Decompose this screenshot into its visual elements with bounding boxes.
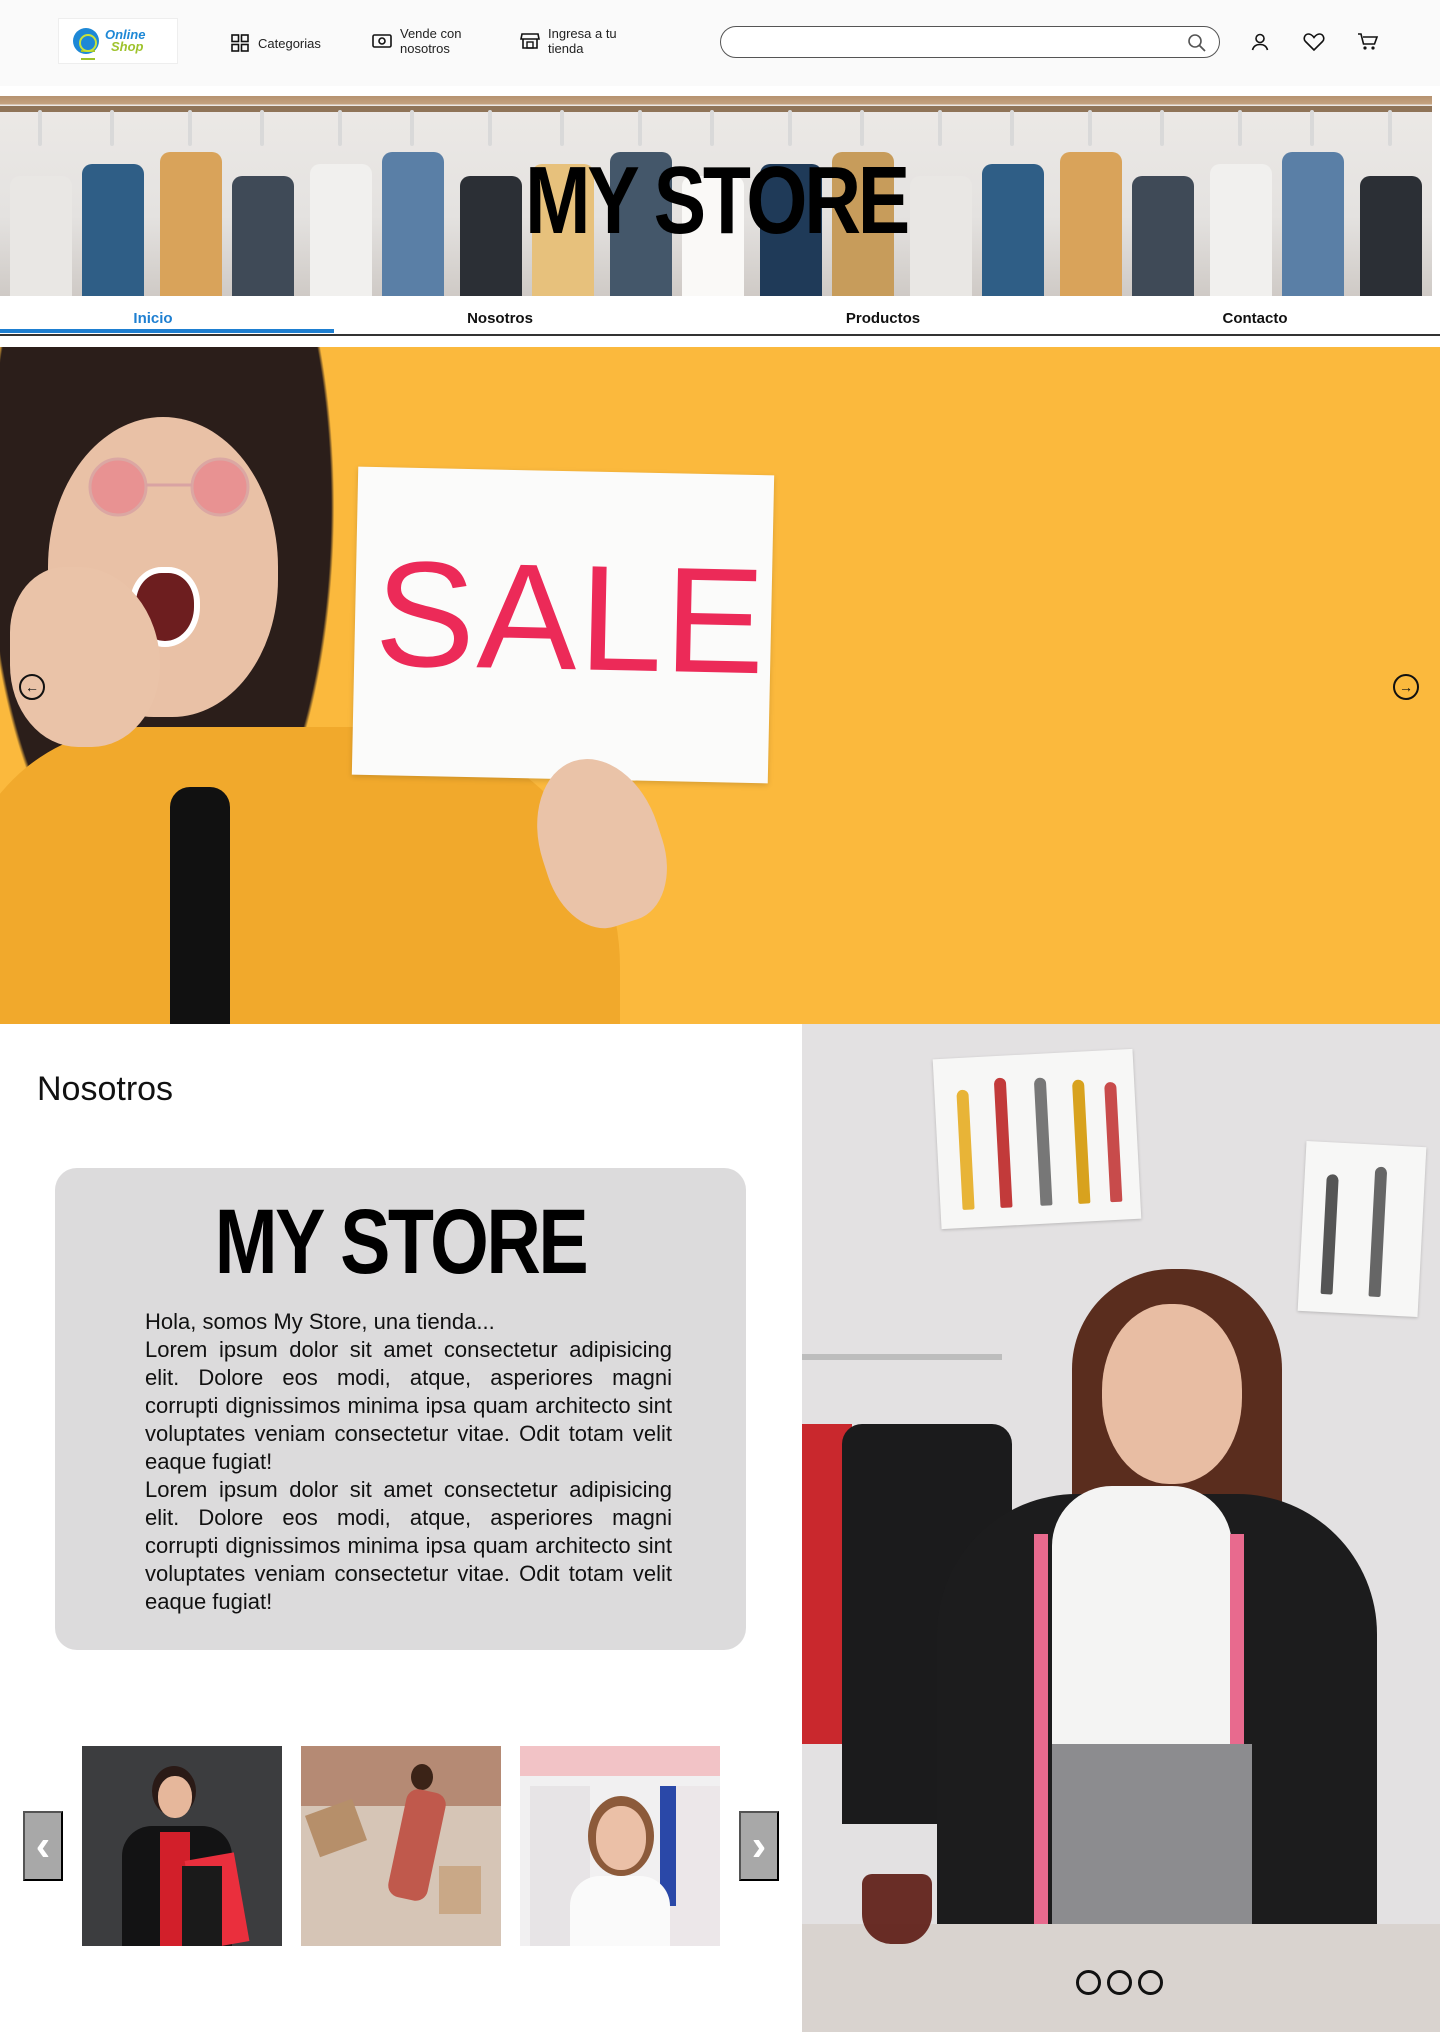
tab-inicio[interactable]: Inicio xyxy=(0,310,306,327)
about-card-body: Hola, somos My Store, una tienda... Lore… xyxy=(145,1308,672,1616)
tab-contacto[interactable]: Contacto xyxy=(1155,310,1355,327)
heart-icon[interactable] xyxy=(1302,30,1326,54)
hanger xyxy=(1010,110,1014,146)
active-tab-indicator xyxy=(0,329,334,333)
tailor-photo xyxy=(802,1024,1440,2032)
money-icon xyxy=(372,32,392,50)
hanger xyxy=(638,110,642,146)
tailor-shirt xyxy=(1052,1486,1232,1766)
slider-dot[interactable] xyxy=(1107,1970,1132,1995)
fashion-sketch xyxy=(932,1048,1142,1230)
hanger xyxy=(488,110,492,146)
logo-text-line2: Shop xyxy=(111,39,144,54)
sale-sign-text: SALE xyxy=(373,529,769,706)
hanger xyxy=(860,110,864,146)
globe-cart-icon xyxy=(73,28,99,60)
store-banner: MY STORE xyxy=(0,96,1432,296)
store-icon xyxy=(520,32,540,50)
hanger xyxy=(788,110,792,146)
nav-vende-label: Vende con nosotros xyxy=(400,26,462,56)
nav-categorias[interactable]: Categorias xyxy=(230,34,321,52)
thumbnail-1[interactable] xyxy=(82,1746,282,1946)
search-bar xyxy=(720,26,1220,58)
about-card-title: MY STORE xyxy=(214,1191,589,1293)
hanger xyxy=(1160,110,1164,146)
search-input[interactable] xyxy=(737,33,1177,53)
arrow-right-circle-icon[interactable]: → xyxy=(1393,674,1419,700)
cart-icon[interactable] xyxy=(1356,30,1380,54)
sunglasses-icon xyxy=(88,457,250,517)
slider-dots xyxy=(1076,1970,1163,1995)
nav-categorias-label: Categorias xyxy=(258,35,321,51)
hanger xyxy=(188,110,192,146)
hanger xyxy=(1388,110,1392,146)
hanger xyxy=(1088,110,1092,146)
hanger xyxy=(1310,110,1314,146)
hanger xyxy=(260,110,264,146)
nav-tienda-label: Ingresa a tu tienda xyxy=(548,26,617,56)
tab-nosotros[interactable]: Nosotros xyxy=(400,310,600,327)
about-paragraph-1: Lorem ipsum dolor sit amet consectetur a… xyxy=(145,1337,672,1474)
logo[interactable]: Online Shop xyxy=(58,18,178,64)
hanger xyxy=(38,110,42,146)
hero-slider: SALE xyxy=(0,347,1440,1024)
nav-tienda[interactable]: Ingresa a tu tienda xyxy=(520,26,617,56)
hanger xyxy=(110,110,114,146)
nav-vende[interactable]: Vende con nosotros xyxy=(372,26,461,56)
section-title-nosotros: Nosotros xyxy=(37,1070,174,1108)
clothes-rail xyxy=(0,106,1432,112)
hanger xyxy=(338,110,342,146)
hanger xyxy=(560,110,564,146)
about-intro: Hola, somos My Store, una tienda... xyxy=(145,1309,495,1334)
tab-productos[interactable]: Productos xyxy=(783,310,983,327)
search-icon[interactable] xyxy=(1187,33,1207,58)
hanger xyxy=(410,110,414,146)
chevron-right-icon[interactable]: › xyxy=(739,1811,779,1881)
grid-icon xyxy=(230,34,250,52)
fashion-sketch xyxy=(1297,1140,1427,1318)
clothes-rack xyxy=(802,1354,1002,1360)
hanger xyxy=(710,110,714,146)
thumbnail-3[interactable] xyxy=(520,1746,720,1946)
about-card: MY STORE Hola, somos My Store, una tiend… xyxy=(55,1168,746,1650)
banner-title: MY STORE xyxy=(524,147,910,254)
hanger xyxy=(1238,110,1242,146)
hanger xyxy=(938,110,942,146)
slider-dot[interactable] xyxy=(1076,1970,1101,1995)
slider-dot[interactable] xyxy=(1138,1970,1163,1995)
chevron-left-icon[interactable]: ‹ xyxy=(23,1811,63,1881)
user-icon[interactable] xyxy=(1248,30,1272,54)
thumbnail-2[interactable] xyxy=(301,1746,501,1946)
tailor-face xyxy=(1102,1304,1242,1484)
drink-glass xyxy=(862,1874,932,1944)
about-paragraph-2: Lorem ipsum dolor sit amet consectetur a… xyxy=(145,1477,672,1614)
section-tabs: Inicio Nosotros Productos Contacto xyxy=(0,296,1440,336)
arrow-left-circle-icon[interactable]: ← xyxy=(19,674,45,700)
hanging-shirt xyxy=(10,176,72,296)
top-header: Online Shop Categorias Vende con nosotro… xyxy=(0,0,1440,86)
sale-sign: SALE xyxy=(351,466,775,784)
measuring-tape xyxy=(1034,1534,1048,1954)
hanging-shirt xyxy=(1360,176,1422,296)
